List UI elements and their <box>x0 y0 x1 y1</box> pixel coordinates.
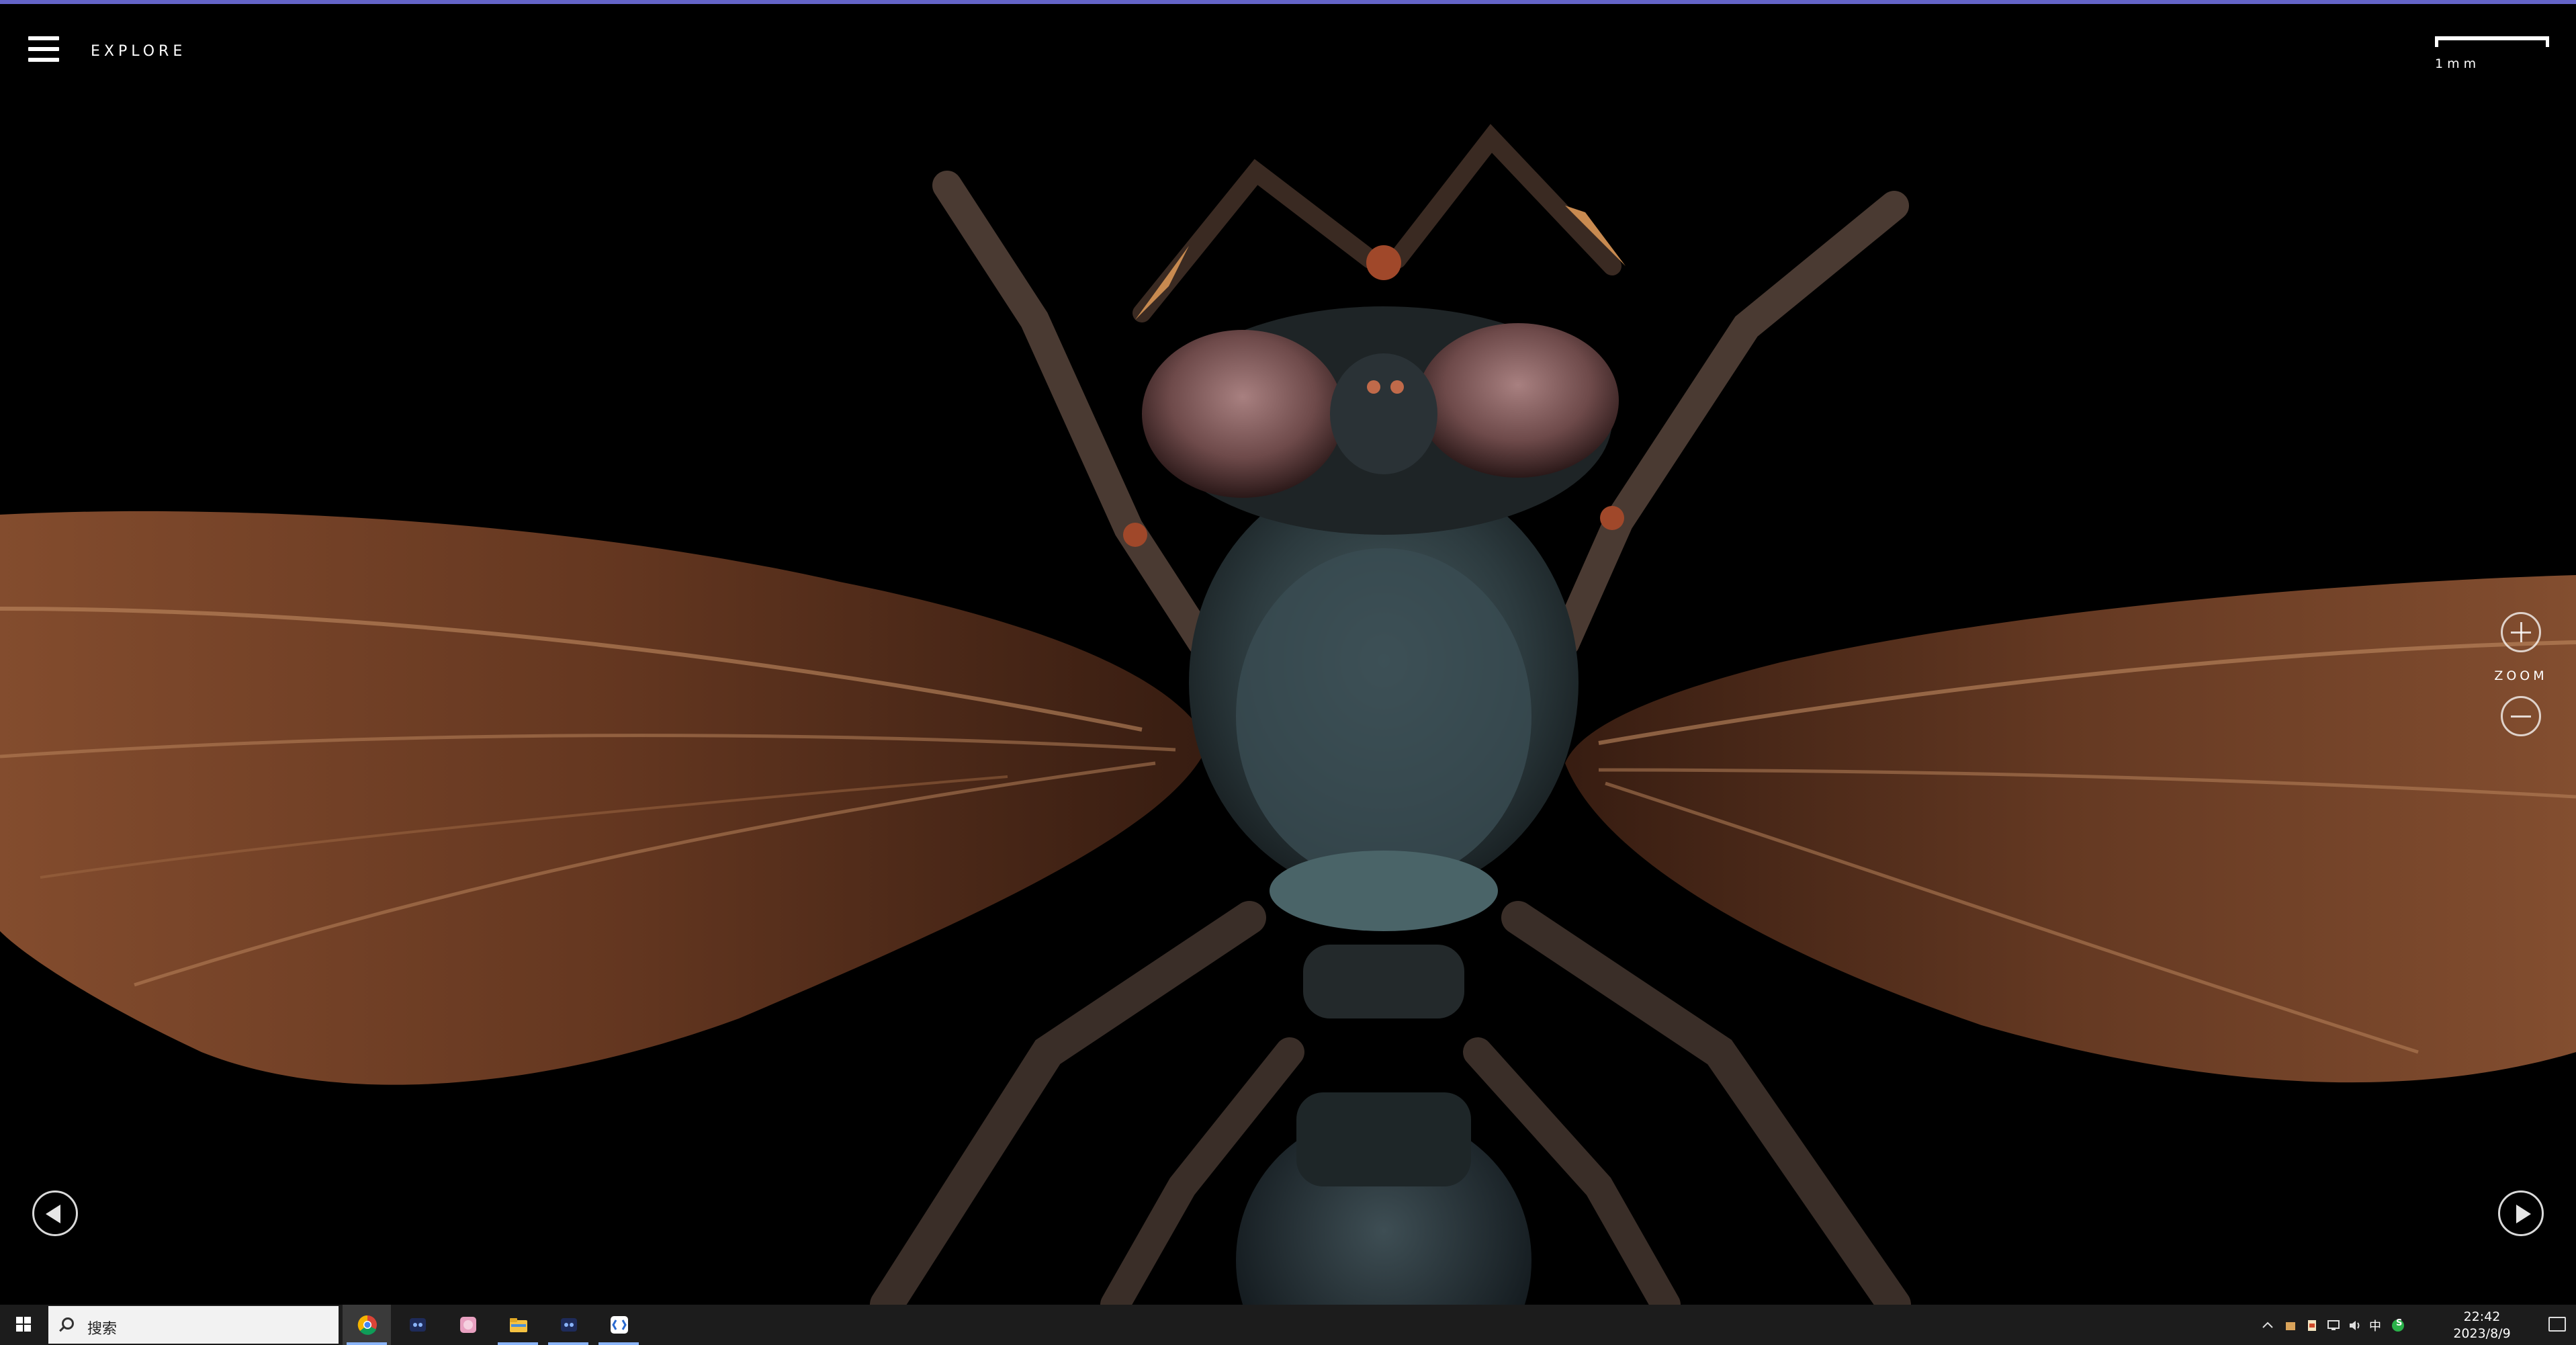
taskbar-app-file-explorer[interactable] <box>494 1305 542 1345</box>
hamburger-menu-icon[interactable] <box>28 34 62 67</box>
system-tray: 中 S 22:42 2023/8/9 <box>2260 1305 2576 1345</box>
ime-mode-label: S <box>2396 1318 2403 1328</box>
specimen-viewer[interactable]: EXPLORE 1mm ZOOM <box>0 4 2576 1305</box>
menu-line <box>28 58 59 62</box>
windows-logo-icon <box>16 1317 23 1324</box>
menu-line <box>28 47 59 51</box>
active-indicator <box>347 1342 387 1345</box>
start-button[interactable] <box>0 1305 48 1345</box>
taskbar-app-pink[interactable] <box>443 1305 492 1345</box>
chevron-up-icon[interactable] <box>2260 1318 2275 1333</box>
scale-bar-line <box>2435 36 2549 47</box>
taskbar-app-blue-1[interactable] <box>393 1305 441 1345</box>
zoom-controls: ZOOM <box>2494 612 2548 746</box>
app-icon <box>410 1318 426 1332</box>
insect-specimen-image[interactable] <box>0 4 2576 1305</box>
app-icon <box>460 1317 476 1333</box>
ime-indicator[interactable]: 中 <box>2369 1317 2384 1334</box>
network-icon[interactable] <box>2326 1318 2341 1333</box>
arrow-left-icon <box>46 1205 60 1223</box>
menu-line <box>28 36 59 40</box>
app-icon <box>611 1316 628 1334</box>
open-indicator <box>548 1342 588 1345</box>
folder-icon <box>510 1318 527 1332</box>
previous-button[interactable] <box>32 1190 78 1236</box>
clock-time: 22:42 <box>2463 1309 2501 1324</box>
arrow-right-icon <box>2516 1205 2531 1223</box>
windows-logo-icon-part <box>24 1317 31 1324</box>
plus-icon-vertical <box>2520 622 2522 642</box>
scale-bar-label: 1mm <box>2435 56 2481 71</box>
taskbar-app-blue-2[interactable] <box>544 1305 592 1345</box>
zoom-in-button[interactable] <box>2501 612 2541 652</box>
windows-logo-icon-part <box>16 1325 23 1332</box>
volume-icon[interactable] <box>2348 1318 2362 1333</box>
open-indicator <box>498 1342 538 1345</box>
scale-bar: 1mm <box>2435 36 2549 77</box>
windows-logo-icon-part <box>24 1325 31 1332</box>
screen: EXPLORE 1mm ZOOM 搜索 中 S 22:42 2023/8/9 <box>0 0 2576 1345</box>
windows-taskbar: 搜索 中 S 22:42 2023/8/9 <box>0 1305 2576 1345</box>
app-icon <box>561 1318 577 1332</box>
taskbar-search-box[interactable]: 搜索 <box>48 1306 339 1344</box>
search-placeholder: 搜索 <box>87 1321 118 1338</box>
taskbar-clock[interactable]: 22:42 2023/8/9 <box>2435 1309 2529 1342</box>
open-indicator <box>598 1342 639 1345</box>
clock-date: 2023/8/9 <box>2453 1326 2511 1341</box>
zoom-out-button[interactable] <box>2501 696 2541 736</box>
taskbar-app-chrome[interactable] <box>343 1305 391 1345</box>
search-icon <box>62 1317 74 1330</box>
tray-app-icon[interactable] <box>2305 1318 2319 1333</box>
next-button[interactable] <box>2498 1190 2544 1236</box>
zoom-label: ZOOM <box>2494 668 2548 683</box>
notification-center-icon[interactable] <box>2548 1317 2566 1332</box>
chrome-icon <box>357 1315 377 1335</box>
explore-link[interactable]: EXPLORE <box>91 43 186 60</box>
taskbar-app-bracket[interactable] <box>594 1305 643 1345</box>
tray-app-icon[interactable] <box>2283 1318 2298 1333</box>
minus-icon <box>2511 715 2531 718</box>
